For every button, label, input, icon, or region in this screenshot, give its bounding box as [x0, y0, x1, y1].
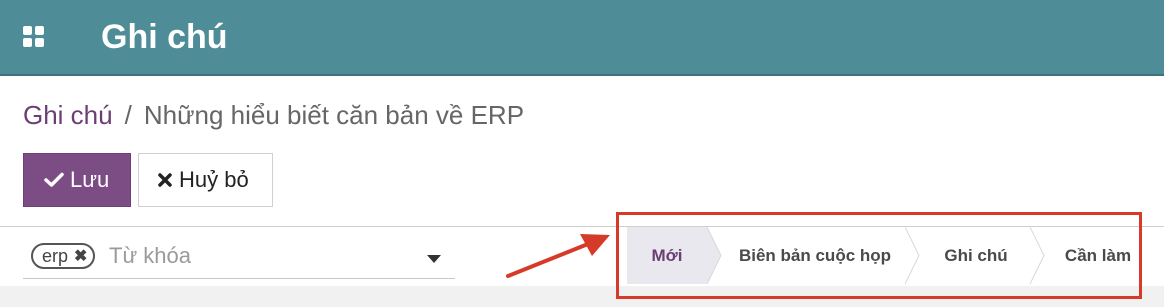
- cancel-button[interactable]: Huỷ bỏ: [138, 153, 273, 207]
- search-facet-label: erp: [42, 245, 69, 266]
- breadcrumb: Ghi chú / Những hiểu biết căn bản về ERP: [23, 97, 524, 133]
- breadcrumb-parent-link[interactable]: Ghi chú: [23, 100, 113, 130]
- search-bar: erp ✖: [23, 238, 455, 279]
- search-input[interactable]: [109, 240, 409, 272]
- remove-facet-icon[interactable]: ✖: [74, 246, 87, 266]
- times-icon: [158, 173, 172, 187]
- cancel-button-label: Huỷ bỏ: [179, 167, 249, 192]
- save-button-label: Lưu: [70, 167, 110, 192]
- breadcrumb-current: Những hiểu biết căn bản về ERP: [143, 100, 525, 130]
- search-dropdown-caret-icon[interactable]: [427, 255, 441, 263]
- app-title[interactable]: Ghi chú: [101, 13, 228, 61]
- save-button[interactable]: Lưu: [23, 153, 131, 207]
- apps-grid-icon[interactable]: [23, 26, 45, 48]
- breadcrumb-separator: /: [124, 100, 132, 130]
- top-navbar: Ghi chú: [0, 0, 1164, 76]
- annotation-arrow-icon: [506, 234, 610, 278]
- search-facet-tag: erp ✖: [31, 243, 96, 269]
- check-icon: [44, 172, 64, 187]
- annotation-highlight-box: [616, 212, 1142, 299]
